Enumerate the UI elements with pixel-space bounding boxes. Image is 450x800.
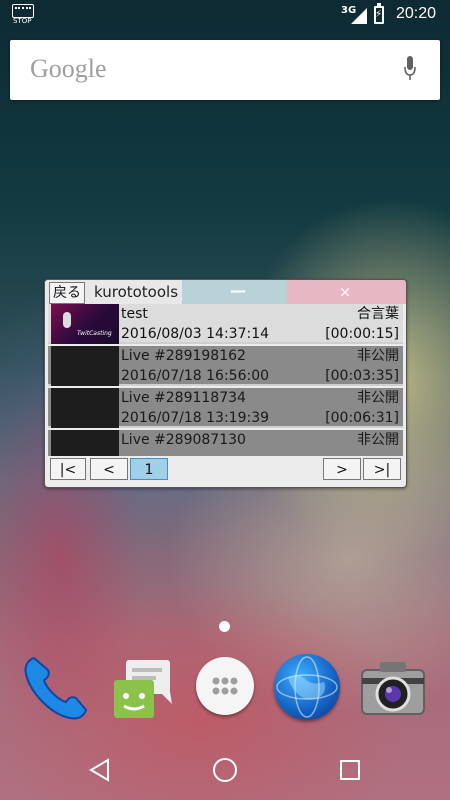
- page-indicator-dot: [219, 621, 230, 632]
- broadcast-duration: [00:00:15]: [325, 326, 399, 342]
- broadcast-status: 非公開: [357, 432, 399, 448]
- broadcast-date: 2016/08/03 14:37:14: [121, 326, 270, 342]
- next-page-button[interactable]: >: [323, 458, 361, 480]
- app-drawer-icon[interactable]: [196, 657, 254, 715]
- broadcast-title: Live #289118734: [121, 390, 246, 406]
- broadcast-status: 非公開: [357, 390, 399, 406]
- status-bar: STOP 3G 20:20: [0, 0, 450, 30]
- messenger-icon[interactable]: [112, 656, 178, 722]
- widget-title: kurototools: [94, 283, 179, 301]
- broadcast-list[interactable]: test 合言葉 2016/08/03 14:37:14 [00:00:15] …: [48, 304, 403, 456]
- minimize-button[interactable]: —: [223, 280, 253, 304]
- list-item[interactable]: Live #289118734 非公開 2016/07/18 13:19:39 …: [48, 388, 403, 428]
- google-search-bar[interactable]: Google: [10, 40, 440, 100]
- broadcast-title: Live #289087130: [121, 432, 246, 448]
- current-page-button[interactable]: 1: [130, 458, 168, 480]
- keyboard-icon: [12, 4, 34, 18]
- signal-icon: [351, 8, 367, 24]
- stop-label: STOP: [13, 17, 32, 25]
- broadcast-title: test: [121, 306, 148, 322]
- back-button[interactable]: 戻る: [49, 282, 85, 304]
- list-item[interactable]: Live #289087130 非公開: [48, 430, 403, 456]
- home-icon[interactable]: [213, 758, 237, 782]
- battery-charging-icon: [374, 3, 384, 24]
- broadcast-duration: [00:03:35]: [325, 368, 399, 384]
- broadcast-thumbnail: [51, 430, 119, 456]
- back-icon[interactable]: [88, 758, 112, 782]
- list-item[interactable]: test 合言葉 2016/08/03 14:37:14 [00:00:15]: [48, 304, 403, 344]
- google-logo: Google: [30, 54, 107, 83]
- broadcast-duration: [00:06:31]: [325, 410, 399, 426]
- broadcast-title: Live #289198162: [121, 348, 246, 364]
- phone-icon[interactable]: [20, 652, 92, 724]
- recents-icon[interactable]: [340, 760, 360, 780]
- prev-page-button[interactable]: <: [90, 458, 128, 480]
- status-clock: 20:20: [396, 5, 437, 22]
- widget-titlebar: 戻る kurototools — ×: [45, 280, 406, 304]
- broadcast-date: 2016/07/18 13:19:39: [121, 410, 270, 426]
- pager: |< < 1 > >|: [48, 458, 403, 484]
- broadcast-thumbnail: [51, 388, 119, 428]
- broadcast-status: 合言葉: [357, 306, 399, 322]
- broadcast-thumbnail: [51, 304, 119, 344]
- list-item[interactable]: Live #289198162 非公開 2016/07/18 16:56:00 …: [48, 346, 403, 386]
- first-page-button[interactable]: |<: [50, 458, 86, 480]
- last-page-button[interactable]: >|: [363, 458, 401, 480]
- camera-icon[interactable]: [358, 656, 428, 722]
- kurototools-widget: 戻る kurototools — × test 合言葉 2016/08/03 1…: [44, 279, 407, 488]
- broadcast-thumbnail: [51, 346, 119, 386]
- browser-icon[interactable]: [274, 654, 340, 720]
- mic-icon[interactable]: [404, 56, 416, 84]
- close-button[interactable]: ×: [330, 280, 360, 304]
- broadcast-date: 2016/07/18 16:56:00: [121, 368, 270, 384]
- broadcast-status: 非公開: [357, 348, 399, 364]
